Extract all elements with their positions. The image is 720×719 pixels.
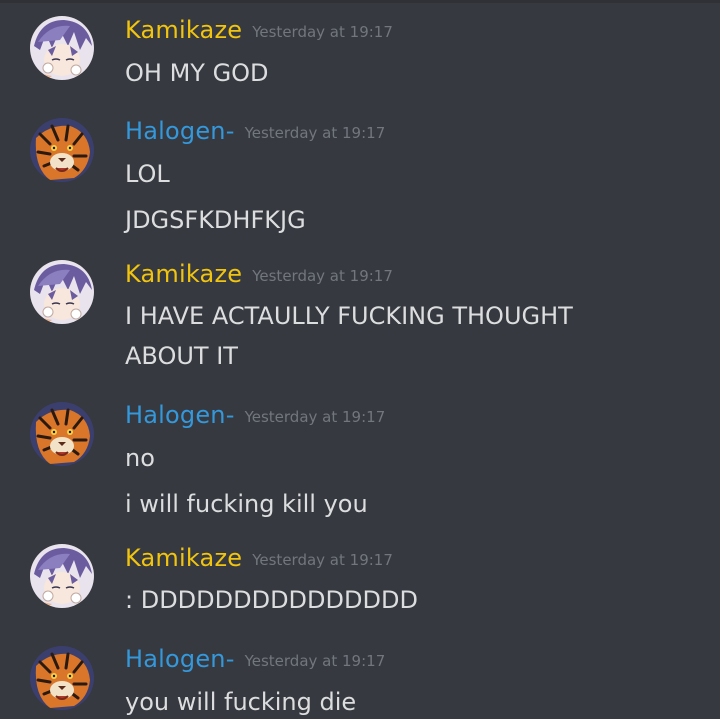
username-halogen[interactable]: Halogen-: [125, 645, 235, 673]
message-text: LOL: [125, 160, 170, 188]
message-header: Halogen- Yesterday at 19:17: [125, 643, 385, 675]
message-timestamp: Yesterday at 19:17: [244, 124, 386, 142]
message-header: Kamikaze Yesterday at 19:17: [125, 542, 393, 574]
message-text: : DDDDDDDDDDDDDDD: [125, 586, 418, 614]
message-text: i will fucking kill you: [125, 490, 368, 518]
message-header: Kamikaze Yesterday at 19:17: [125, 258, 393, 290]
tiger-avatar-icon: [30, 402, 94, 466]
message-text: OH MY GOD: [125, 59, 269, 87]
tiger-avatar-icon: [30, 646, 94, 710]
message-text: I HAVE ACTAULLY FUCKING THOUGHT: [125, 302, 573, 330]
kamikaze-avatar[interactable]: [30, 260, 94, 324]
username-kamikaze[interactable]: Kamikaze: [125, 16, 242, 44]
message-text: JDGSFKDHFKJG: [125, 206, 306, 234]
chat-messages: Kamikaze Yesterday at 19:17 OH MY GOD Hal…: [0, 0, 720, 719]
message-header: Halogen- Yesterday at 19:17: [125, 115, 385, 147]
message-timestamp: Yesterday at 19:17: [244, 652, 386, 670]
halogen-avatar[interactable]: [30, 402, 94, 466]
username-kamikaze[interactable]: Kamikaze: [125, 260, 242, 288]
anime-character-avatar-icon: [30, 544, 94, 608]
kamikaze-avatar[interactable]: [30, 544, 94, 608]
message-timestamp: Yesterday at 19:17: [252, 23, 393, 41]
message-text: no: [125, 444, 155, 472]
kamikaze-avatar[interactable]: [30, 16, 94, 80]
message-text: ABOUT IT: [125, 342, 238, 370]
username-halogen[interactable]: Halogen-: [125, 401, 235, 429]
message-header: Halogen- Yesterday at 19:17: [125, 399, 385, 431]
tiger-avatar-icon: [30, 118, 94, 182]
message-text: you will fucking die: [125, 688, 357, 716]
username-kamikaze[interactable]: Kamikaze: [125, 544, 242, 572]
anime-character-avatar-icon: [30, 16, 94, 80]
halogen-avatar[interactable]: [30, 646, 94, 710]
username-halogen[interactable]: Halogen-: [125, 117, 235, 145]
message-timestamp: Yesterday at 19:17: [252, 267, 393, 285]
message-timestamp: Yesterday at 19:17: [252, 551, 393, 569]
message-header: Kamikaze Yesterday at 19:17: [125, 14, 393, 46]
message-timestamp: Yesterday at 19:17: [244, 408, 386, 426]
anime-character-avatar-icon: [30, 260, 94, 324]
halogen-avatar[interactable]: [30, 118, 94, 182]
